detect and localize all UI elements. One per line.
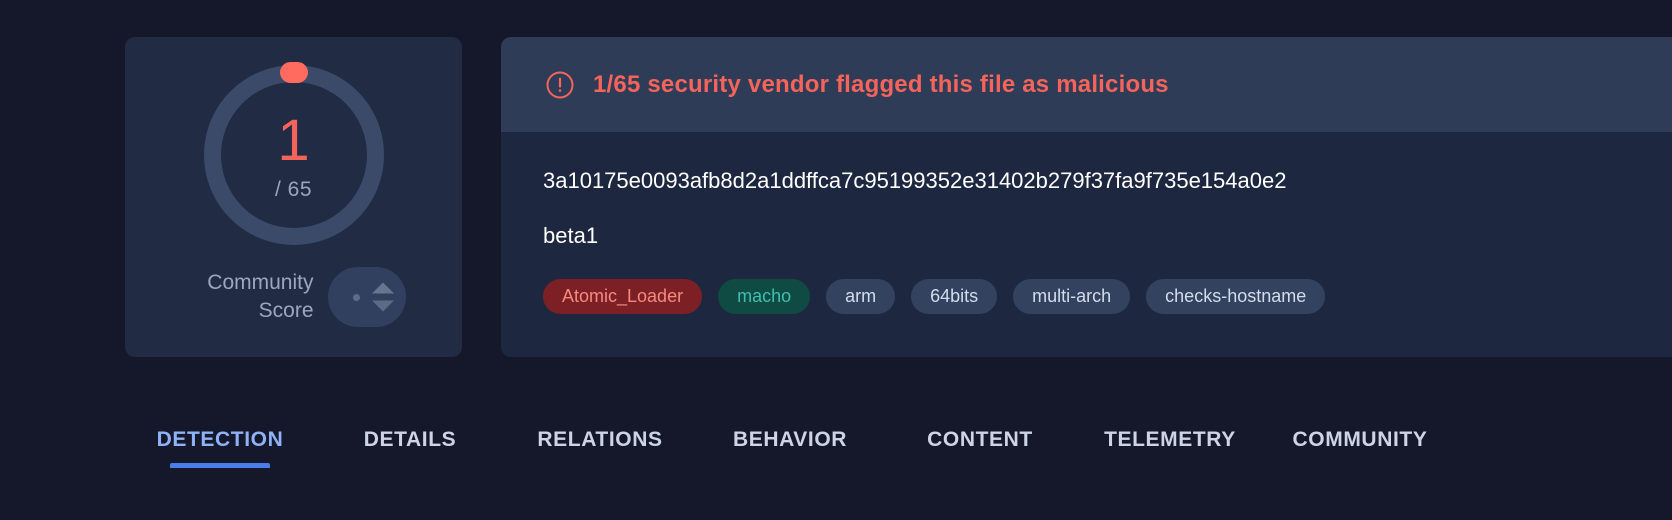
tab-community[interactable]: COMMUNITY (1265, 418, 1455, 468)
community-vote-widget[interactable] (327, 267, 406, 327)
alert-circle-icon (546, 71, 574, 98)
tab-behavior[interactable]: BEHAVIOR (695, 418, 885, 468)
file-tag[interactable]: 64bits (911, 279, 998, 314)
file-tag[interactable]: macho (718, 279, 811, 314)
community-score-row: Community Score (182, 267, 406, 327)
arrow-up-icon[interactable] (371, 282, 394, 294)
gauge-center: 1 / 65 (204, 65, 384, 245)
tab-bar: DETECTION DETAILS RELATIONS BEHAVIOR CON… (125, 418, 1455, 468)
file-name-suffix: beta1 (543, 223, 599, 248)
file-tag[interactable]: multi-arch (1013, 279, 1131, 314)
detection-message: 1/65 security vendor flagged this file a… (593, 70, 1169, 98)
detection-total: / 65 (274, 178, 313, 201)
tab-content[interactable]: CONTENT (885, 418, 1075, 468)
score-card: 1 / 65 Community Score (125, 37, 462, 357)
detection-banner: 1/65 security vendor flagged this file a… (501, 37, 1672, 132)
tab-relations[interactable]: RELATIONS (505, 418, 695, 468)
community-score-label: Community Score (207, 270, 314, 322)
vote-arrows (371, 282, 394, 312)
tab-details[interactable]: DETAILS (315, 418, 505, 468)
file-name-hash: 3a10175e0093afb8d2a1ddffca7c95199352e314… (543, 168, 1287, 193)
tab-telemetry[interactable]: TELEMETRY (1075, 418, 1265, 468)
file-tag[interactable]: checks-hostname (1146, 279, 1326, 314)
file-tag-list: Atomic_Loader macho arm 64bits multi-arc… (543, 279, 1628, 314)
file-tag[interactable]: Atomic_Loader (543, 279, 703, 314)
detection-count: 1 (277, 108, 310, 173)
vote-indicator-dot (352, 293, 360, 301)
detection-gauge: 1 / 65 (203, 62, 384, 245)
arrow-down-icon[interactable] (371, 300, 394, 312)
tab-detection[interactable]: DETECTION (125, 418, 315, 468)
file-detail-panel: 1/65 security vendor flagged this file a… (501, 37, 1672, 357)
file-tag[interactable]: arm (826, 279, 896, 314)
file-info-body: 3a10175e0093afb8d2a1ddffca7c95199352e314… (501, 132, 1672, 314)
summary-section: 1 / 65 Community Score 1/65 security ven… (0, 0, 1672, 392)
